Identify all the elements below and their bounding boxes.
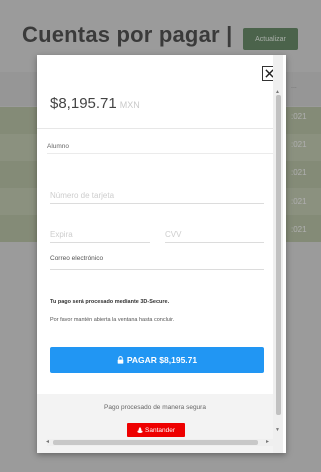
notice-3d-secure: Tu pago será procesado mediante 3D-Secur… (50, 299, 170, 305)
lock-icon (117, 356, 124, 364)
card-number-underline (50, 203, 264, 204)
student-label: Alumno (47, 143, 70, 150)
scroll-down-icon[interactable]: ▼ (275, 427, 280, 433)
amount-row: $8,195.71 MXN (50, 95, 140, 113)
email-field[interactable] (50, 269, 264, 270)
student-field (47, 153, 273, 154)
payment-modal: $8,195.71 MXN Alumno Número de tarjeta Ex… (37, 55, 286, 453)
cvv-underline (165, 242, 264, 243)
cvv-field[interactable]: CVV (165, 230, 181, 239)
scroll-up-icon[interactable]: ▲ (275, 89, 280, 95)
vertical-scrollbar-thumb[interactable] (276, 95, 281, 415)
email-label: Correo electrónico (50, 255, 104, 262)
pay-button[interactable]: PAGAR $8,195.71 (50, 347, 264, 373)
secure-text: Pago procesado de manera segura (104, 404, 206, 411)
payment-currency: MXN (119, 100, 140, 110)
horizontal-scrollbar-thumb[interactable] (53, 440, 258, 445)
divider (37, 128, 273, 129)
flame-icon (137, 427, 143, 433)
scroll-left-icon[interactable]: ◂ (46, 438, 49, 445)
pay-button-label: PAGAR $8,195.71 (126, 355, 198, 365)
notice-keep-window: Por favor mantén abierta la ventana hast… (50, 317, 175, 323)
card-number-field[interactable]: Número de tarjeta (50, 191, 114, 200)
payment-amount: $8,195.71 (50, 95, 117, 112)
bank-logo-text: Santander (145, 426, 175, 434)
scroll-right-icon[interactable]: ▸ (266, 438, 269, 445)
expiry-field[interactable]: Expira (50, 230, 73, 239)
expiry-underline (50, 242, 150, 243)
santander-logo: Santander (127, 423, 185, 437)
